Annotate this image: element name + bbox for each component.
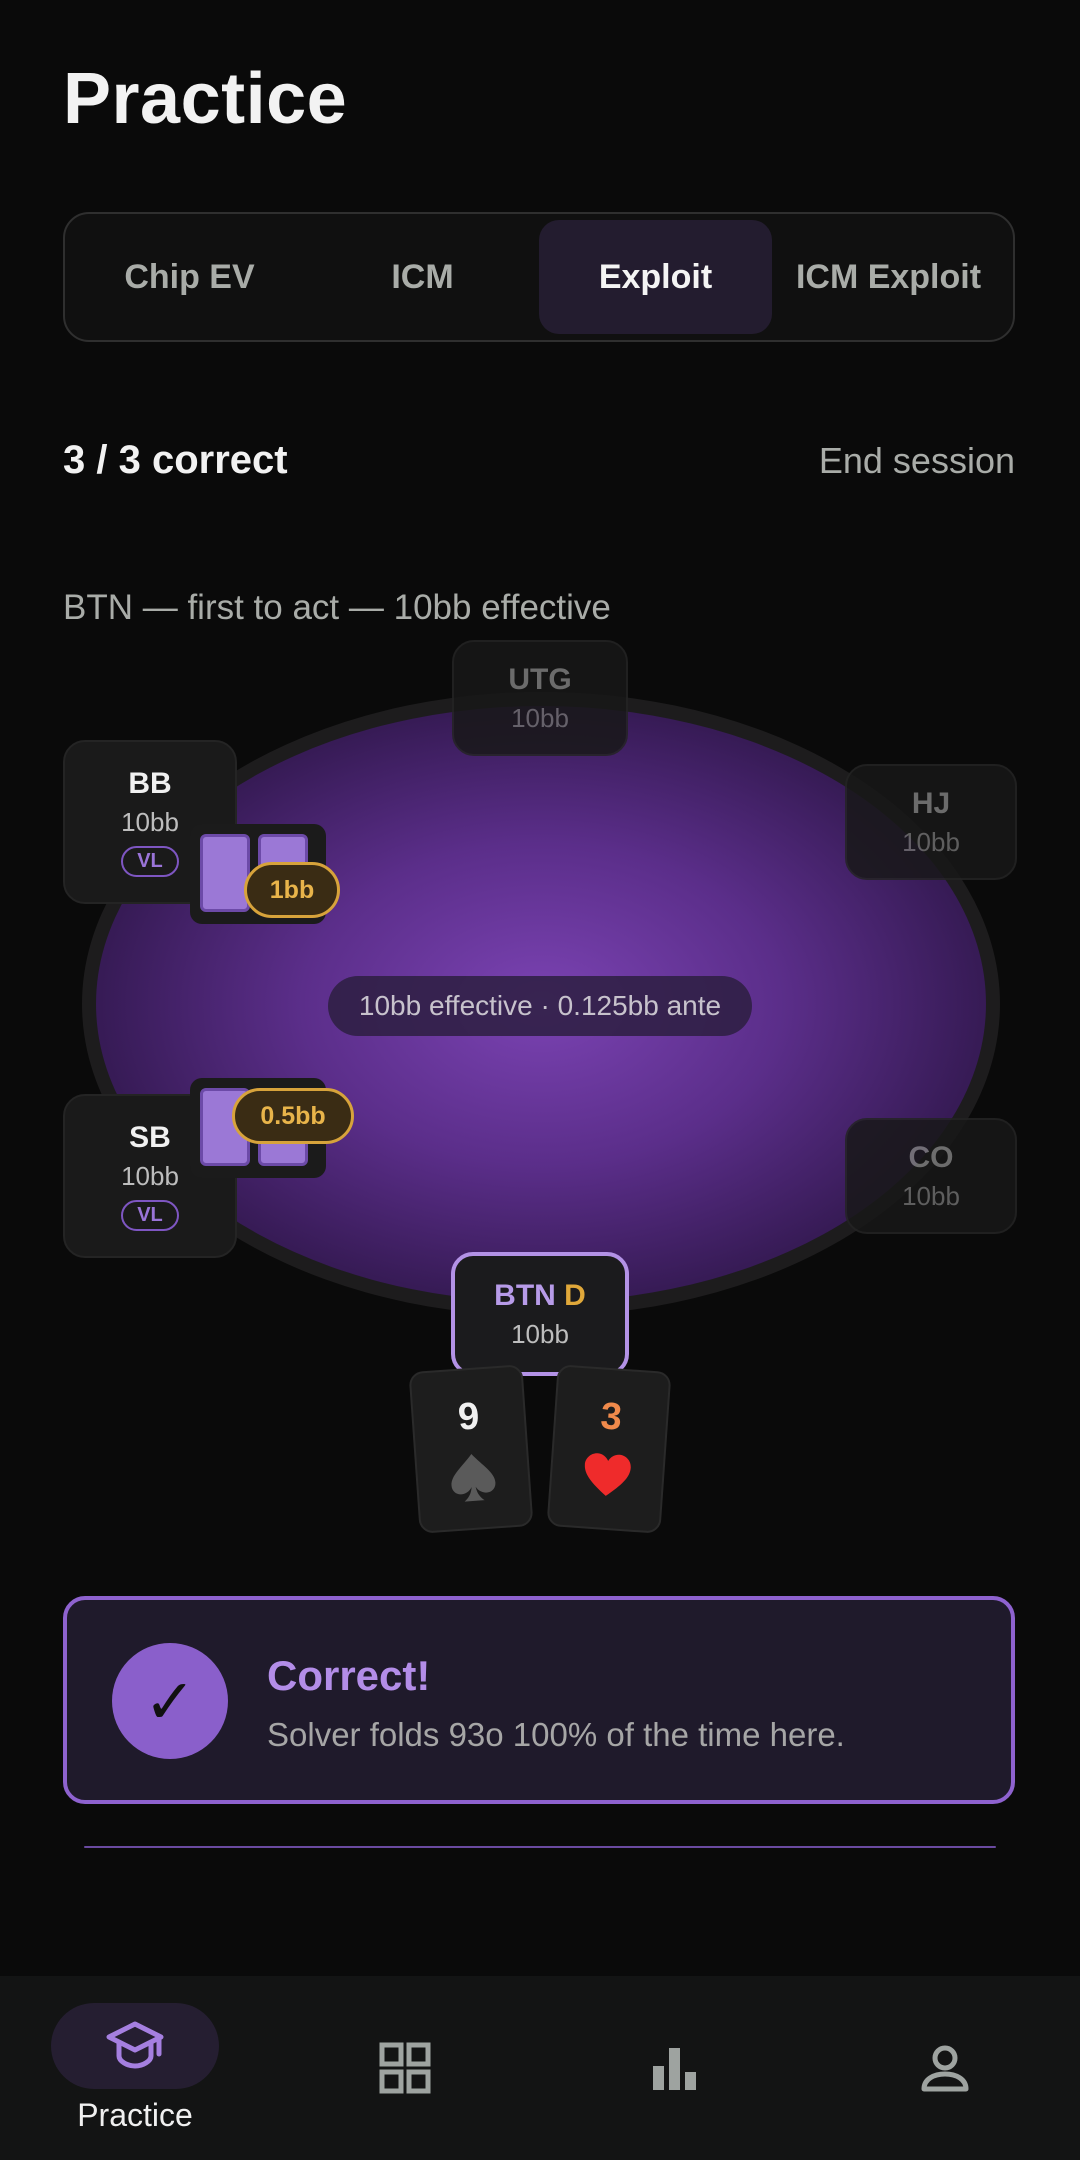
seat-stack: 10bb	[902, 1180, 960, 1211]
pot-info: 10bb effective · 0.125bb ante	[328, 976, 752, 1036]
seat-name: SB	[129, 1121, 171, 1154]
seat-stack: 10bb	[511, 1318, 569, 1349]
tab-icm-exploit[interactable]: ICM Exploit	[772, 220, 1005, 334]
result-message: Solver folds 93o 100% of the time here.	[267, 1716, 845, 1753]
seat-name: BB	[128, 767, 172, 800]
seat-name: UTG	[508, 662, 572, 696]
user-icon	[921, 2045, 969, 2092]
seat-btn-hero: BTN D 10bb	[451, 1252, 629, 1376]
tab-chip-ev[interactable]: Chip EV	[73, 220, 306, 334]
end-session-button[interactable]: End session	[819, 440, 1015, 482]
nav-grid[interactable]	[270, 1976, 540, 2160]
page-title: Practice	[63, 59, 348, 139]
seat-co: CO 10bb	[845, 1118, 1017, 1234]
check-icon: ✓	[112, 1643, 228, 1759]
active-indicator	[51, 2002, 219, 2089]
nav-practice[interactable]: Practice	[0, 1976, 270, 2160]
bottom-nav: Practice	[0, 1976, 1080, 2160]
nav-stats[interactable]	[540, 1976, 810, 2160]
hero-card-1: 9	[408, 1364, 534, 1534]
grid-icon	[379, 2042, 431, 2094]
seat-stack: 10bb	[121, 807, 179, 837]
heart-icon	[580, 1450, 633, 1504]
tab-icm[interactable]: ICM	[306, 220, 539, 334]
seat-stack: 10bb	[902, 826, 960, 857]
session-score: 3 / 3 correct	[63, 438, 288, 482]
player-type-badge: VL	[121, 846, 179, 877]
mode-tabs: Chip EV ICM Exploit ICM Exploit	[63, 212, 1015, 342]
sb-bet-chip: 0.5bb	[232, 1088, 354, 1144]
result-banner: ✓ Correct! Solver folds 93o 100% of the …	[63, 1596, 1015, 1804]
seat-stack: 10bb	[511, 702, 569, 733]
result-title: Correct!	[267, 1652, 431, 1699]
nav-label: Practice	[77, 2096, 193, 2133]
hero-card-2: 3	[546, 1364, 672, 1534]
player-type-badge: VL	[121, 1200, 179, 1231]
card-back	[200, 834, 250, 912]
nav-profile[interactable]	[810, 1976, 1080, 2160]
bar-chart-icon	[653, 2048, 696, 2090]
graduation-cap-icon	[106, 2021, 164, 2069]
content-divider	[84, 1846, 996, 1848]
tab-exploit[interactable]: Exploit	[539, 220, 772, 334]
scenario-description: BTN — first to act — 10bb effective	[63, 588, 611, 627]
dealer-button: D	[564, 1278, 586, 1312]
card-rank: 9	[456, 1395, 481, 1439]
spade-icon	[447, 1450, 499, 1510]
seat-hj: HJ 10bb	[845, 764, 1017, 880]
seat-stack: 10bb	[121, 1161, 179, 1191]
seat-name: CO	[908, 1140, 954, 1174]
seat-utg: UTG 10bb	[452, 640, 628, 756]
bb-bet-chip: 1bb	[244, 862, 340, 918]
seat-name: BTN D	[494, 1279, 586, 1313]
position-label: BTN	[494, 1278, 556, 1312]
card-rank: 3	[599, 1395, 624, 1439]
seat-name: HJ	[911, 786, 951, 820]
